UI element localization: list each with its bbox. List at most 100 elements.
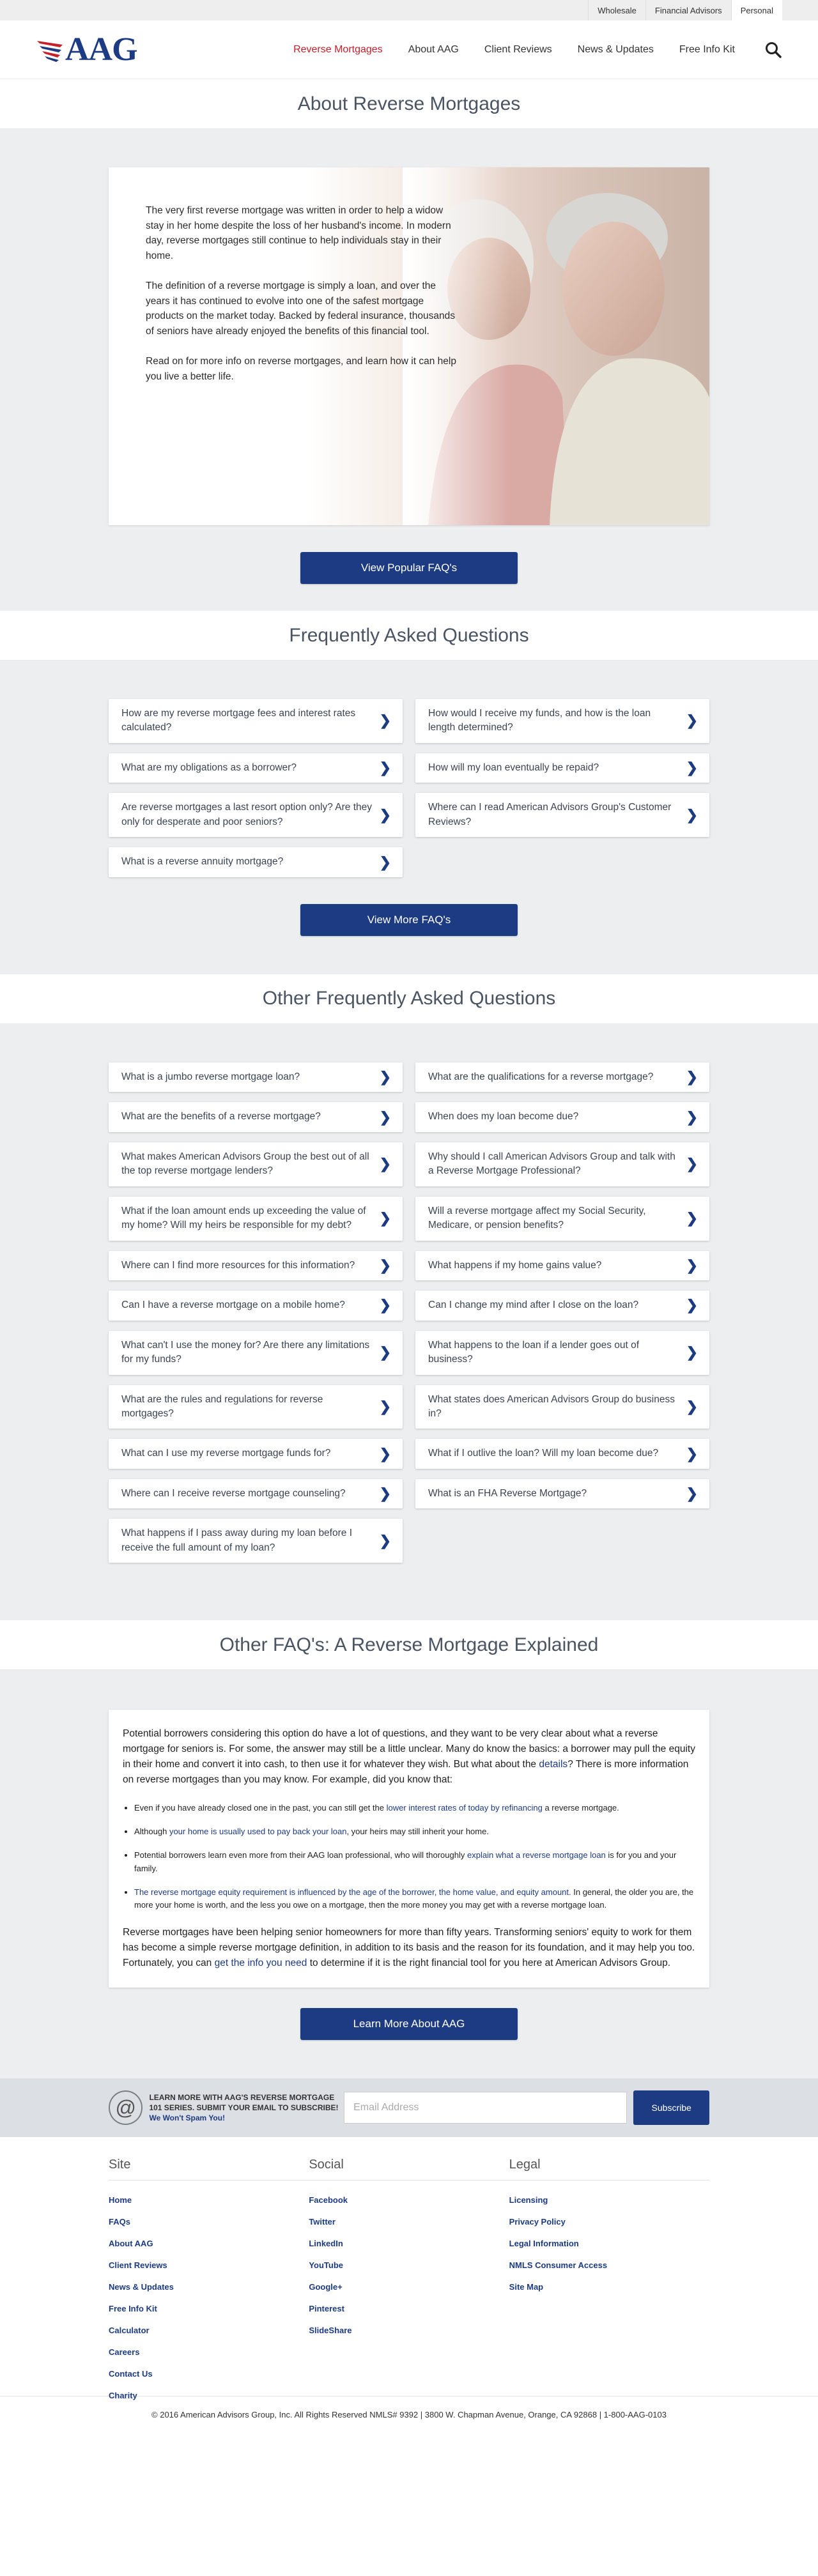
chevron-right-icon: ❯ [379, 1210, 391, 1227]
outro-text: to determine if it is the right financia… [307, 1958, 671, 1969]
footer-link[interactable]: NMLS Consumer Access [509, 2255, 709, 2276]
faq-item[interactable]: What happens if my home gains value? ❯ [415, 1250, 709, 1281]
utility-link-wholesale[interactable]: Wholesale [588, 0, 645, 20]
faq-item[interactable]: Can I change my mind after I close on th… [415, 1291, 709, 1321]
nav-about-aag[interactable]: About AAG [408, 44, 459, 56]
faq-question: What can I use my reverse mortgage funds… [121, 1448, 331, 1459]
faq-item[interactable]: Will a reverse mortgage affect my Social… [415, 1196, 709, 1241]
faq-item[interactable]: What can't I use the money for? Are ther… [109, 1330, 403, 1375]
faq-item[interactable]: What is a reverse annuity mortgage? ❯ [109, 847, 403, 877]
details-link[interactable]: details [539, 1759, 567, 1770]
utility-link-personal[interactable]: Personal [730, 0, 782, 20]
pay-back-loan-link[interactable]: your home is usually used to pay back yo… [169, 1827, 347, 1836]
email-field[interactable]: Email Address [344, 2092, 628, 2124]
faq-item[interactable]: Why should I call American Advisors Grou… [415, 1142, 709, 1186]
faq-question: What is a jumbo reverse mortgage loan? [121, 1071, 300, 1082]
footer-link[interactable]: About AAG [109, 2233, 309, 2255]
search-icon[interactable] [764, 41, 782, 59]
chevron-right-icon: ❯ [686, 712, 698, 729]
footer-link[interactable]: News & Updates [109, 2276, 309, 2298]
faq-item[interactable]: How would I receive my funds, and how is… [415, 699, 709, 743]
faq-question: How would I receive my funds, and how is… [428, 708, 651, 733]
faq-item[interactable]: When does my loan become due? ❯ [415, 1102, 709, 1132]
equity-requirement-link[interactable]: The reverse mortgage equity requirement … [134, 1887, 571, 1897]
footer-link[interactable]: Charity [109, 2385, 309, 2407]
faq-item[interactable]: What is a jumbo reverse mortgage loan? ❯ [109, 1062, 403, 1092]
faq-item[interactable]: What makes American Advisors Group the b… [109, 1142, 403, 1186]
view-popular-faqs-button[interactable]: View Popular FAQ's [300, 552, 518, 584]
footer-heading: Site [109, 2158, 309, 2181]
faq-question: What happens if I pass away during my lo… [121, 1528, 353, 1553]
faq-item[interactable]: What are the qualifications for a revers… [415, 1062, 709, 1092]
footer-link[interactable]: Privacy Policy [509, 2211, 709, 2233]
faq-item[interactable]: What is an FHA Reverse Mortgage? ❯ [415, 1478, 709, 1509]
faq-item[interactable]: What are the rules and regulations for r… [109, 1384, 403, 1429]
view-more-faqs-button[interactable]: View More FAQ's [300, 903, 518, 936]
list-item: The reverse mortgage equity requirement … [134, 1886, 695, 1913]
faq-item[interactable]: Where can I read American Advisors Group… [415, 793, 709, 838]
hero-banner: The very first reverse mortgage was writ… [109, 167, 709, 525]
chevron-right-icon: ❯ [686, 1399, 698, 1415]
faq-item[interactable]: What happens to the loan if a lender goe… [415, 1330, 709, 1375]
chevron-right-icon: ❯ [686, 1344, 698, 1361]
footer-link[interactable]: Calculator [109, 2320, 309, 2342]
faq-item[interactable]: What if the loan amount ends up exceedin… [109, 1196, 403, 1241]
chevron-right-icon: ❯ [379, 1108, 391, 1125]
faq-title: Frequently Asked Questions [289, 624, 529, 646]
footer-link[interactable]: Client Reviews [109, 2255, 309, 2276]
footer-link[interactable]: Google+ [309, 2276, 509, 2298]
faq-section: How are my reverse mortgage fees and int… [0, 661, 818, 974]
about-section: The very first reverse mortgage was writ… [0, 129, 818, 611]
faq-question: What if I outlive the loan? Will my loan… [428, 1448, 659, 1459]
faq-item[interactable]: How are my reverse mortgage fees and int… [109, 699, 403, 743]
footer-link[interactable]: Facebook [309, 2189, 509, 2211]
faq-question: What are my obligations as a borrower? [121, 762, 297, 773]
get-info-link[interactable]: get the info you need [215, 1958, 307, 1968]
faq-item[interactable]: What states does American Advisors Group… [415, 1384, 709, 1429]
footer-link[interactable]: YouTube [309, 2255, 509, 2276]
faq-item[interactable]: What happens if I pass away during my lo… [109, 1519, 403, 1563]
faq-item[interactable]: What can I use my reverse mortgage funds… [109, 1439, 403, 1469]
footer-link[interactable]: Careers [109, 2342, 309, 2363]
footer-link[interactable]: Site Map [509, 2276, 709, 2298]
footer-link[interactable]: Pinterest [309, 2298, 509, 2320]
faq-item[interactable]: Where can I find more resources for this… [109, 1250, 403, 1281]
faq-question: Where can I find more resources for this… [121, 1259, 355, 1271]
subscribe-button[interactable]: Subscribe [633, 2090, 709, 2126]
footer-column-social: Social Facebook Twitter LinkedIn YouTube… [309, 2158, 509, 2396]
refinancing-link[interactable]: lower interest rates of today by refinan… [387, 1803, 543, 1813]
faq-item[interactable]: What if I outlive the loan? Will my loan… [415, 1439, 709, 1469]
footer-link[interactable]: Home [109, 2189, 309, 2211]
footer-link[interactable]: Legal Information [509, 2233, 709, 2255]
chevron-right-icon: ❯ [379, 854, 391, 870]
footer-link[interactable]: Licensing [509, 2189, 709, 2211]
nav-reverse-mortgages[interactable]: Reverse Mortgages [293, 44, 383, 56]
list-item: Potential borrowers learn even more from… [134, 1849, 695, 1876]
explain-loan-link[interactable]: explain what a reverse mortgage loan [467, 1850, 606, 1860]
subscribe-message: LEARN MORE WITH AAG'S REVERSE MORTGAGE 1… [149, 2092, 339, 2113]
chevron-right-icon: ❯ [686, 1297, 698, 1314]
faq-item[interactable]: Can I have a reverse mortgage on a mobil… [109, 1291, 403, 1321]
footer-link[interactable]: FAQs [109, 2211, 309, 2233]
faq-item[interactable]: How will my loan eventually be repaid? ❯ [415, 753, 709, 783]
faq-item[interactable]: Are reverse mortgages a last resort opti… [109, 793, 403, 838]
footer-link[interactable]: Contact Us [109, 2363, 309, 2385]
nav-client-reviews[interactable]: Client Reviews [484, 44, 552, 56]
aag-logo[interactable]: AAG [36, 31, 151, 68]
learn-more-about-aag-button[interactable]: Learn More About AAG [300, 2008, 518, 2041]
footer-link[interactable]: SlideShare [309, 2320, 509, 2342]
about-title: About Reverse Mortgages [297, 93, 521, 114]
chevron-right-icon: ❯ [379, 1069, 391, 1085]
nav-news-updates[interactable]: News & Updates [578, 44, 654, 56]
nav-free-info-kit[interactable]: Free Info Kit [679, 44, 735, 56]
faq-item[interactable]: What are my obligations as a borrower? ❯ [109, 753, 403, 783]
chevron-right-icon: ❯ [379, 760, 391, 776]
subscribe-bar: @ LEARN MORE WITH AAG'S REVERSE MORTGAGE… [0, 2078, 818, 2138]
footer-link[interactable]: Twitter [309, 2211, 509, 2233]
faq-item[interactable]: Where can I receive reverse mortgage cou… [109, 1478, 403, 1509]
footer-link[interactable]: Free Info Kit [109, 2298, 309, 2320]
utility-link-financial-advisors[interactable]: Financial Advisors [645, 0, 731, 20]
footer-link[interactable]: LinkedIn [309, 2233, 509, 2255]
faq-item[interactable]: What are the benefits of a reverse mortg… [109, 1102, 403, 1132]
explained-title: Other FAQ's: A Reverse Mortgage Explaine… [219, 1634, 599, 1655]
